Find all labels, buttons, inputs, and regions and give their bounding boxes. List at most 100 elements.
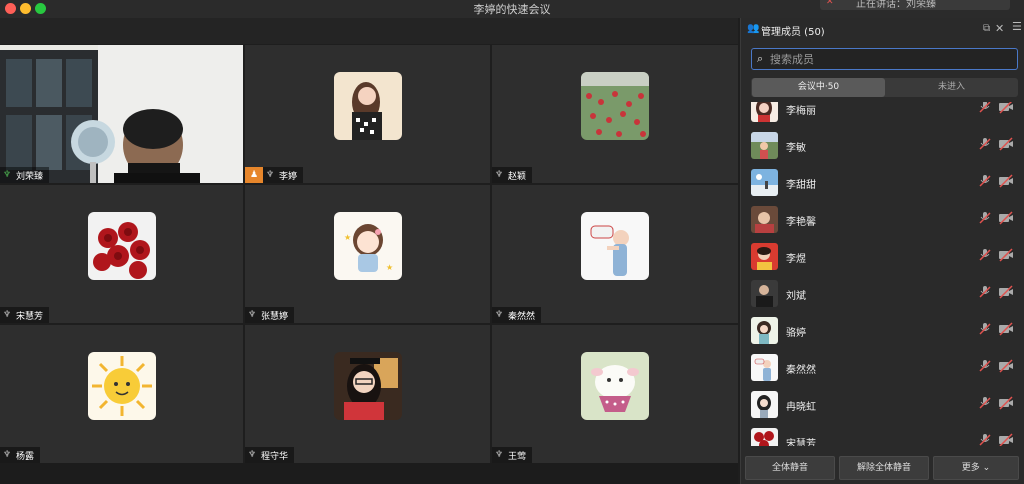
avatar <box>581 72 649 140</box>
participant-nametag: ♆ 程守华 <box>245 447 295 463</box>
participant-name: 程守华 <box>261 451 289 462</box>
chevron-down-icon: ⌄ <box>982 463 991 473</box>
member-name: 李艳馨 <box>786 217 816 228</box>
camera-off-icon[interactable] <box>998 396 1014 410</box>
avatar <box>87 212 156 280</box>
avatar <box>333 352 402 420</box>
member-list: 李梅丽 李敏 李甜甜 李艳馨 李煜 刘斌 骆婷 秦然然 冉晓虹 宋慧芳 <box>741 102 1024 446</box>
list-item[interactable]: 李煜 <box>741 239 1024 276</box>
participant-name: 秦然然 <box>508 311 536 322</box>
list-item[interactable]: 冉晓虹 <box>741 387 1024 424</box>
panel-footer: 全体静音 解除全体静音 更多 ⌄ <box>741 454 1024 484</box>
mic-off-icon: ♆ <box>2 310 12 320</box>
member-name: 李煜 <box>786 254 806 265</box>
member-tabs: 会议中·50 未进入 <box>751 78 1018 97</box>
mic-off-icon[interactable] <box>978 359 992 373</box>
camera-off-icon[interactable] <box>998 102 1014 114</box>
video-tile[interactable]: ♆ 王莺 <box>492 325 738 463</box>
svg-text:★: ★ <box>386 263 393 272</box>
menu-icon[interactable]: ☰ <box>1012 20 1022 33</box>
popout-icon[interactable]: ⧉ <box>983 23 990 34</box>
avatar: ★ ★ <box>333 212 402 280</box>
avatar <box>751 132 778 159</box>
mic-off-icon[interactable] <box>978 322 992 336</box>
tab-in-meeting[interactable]: 会议中·50 <box>752 78 885 97</box>
participant-name: 杨露 <box>16 451 35 462</box>
camera-off-icon[interactable] <box>998 211 1014 225</box>
video-tile[interactable]: ♆ 秦然然 <box>492 185 738 323</box>
participant-nametag: ♆ 李婷 <box>263 167 304 183</box>
mic-off-icon[interactable] <box>978 102 992 114</box>
video-tile[interactable]: ♆ 刘荣臻 <box>0 45 243 183</box>
camera-off-icon[interactable] <box>998 322 1014 336</box>
participant-nametag: ♆ 赵颖 <box>492 167 533 183</box>
member-name: 李敏 <box>786 143 806 154</box>
video-tile[interactable]: ♆ 宋慧芳 <box>0 185 243 323</box>
list-item[interactable]: 李艳馨 <box>741 202 1024 239</box>
more-button[interactable]: 更多 ⌄ <box>933 456 1019 480</box>
mute-all-button[interactable]: 全体静音 <box>745 456 835 480</box>
avatar <box>751 102 778 122</box>
avatar <box>581 352 649 420</box>
panel-title: 管理成员 (50) <box>761 27 825 38</box>
participant-nametag: ♆ 宋慧芳 <box>0 307 50 323</box>
camera-off-icon[interactable] <box>998 285 1014 299</box>
camera-off-icon[interactable] <box>998 174 1014 188</box>
member-name: 秦然然 <box>786 365 816 376</box>
mic-off-icon[interactable] <box>978 211 992 225</box>
tab-not-joined[interactable]: 未进入 <box>885 78 1018 97</box>
camera-off-icon[interactable] <box>998 359 1014 373</box>
mic-off-icon[interactable] <box>978 433 992 446</box>
avatar <box>751 317 778 344</box>
members-icon: 👥 <box>747 23 760 34</box>
unmute-all-button[interactable]: 解除全体静音 <box>839 456 929 480</box>
avatar <box>751 206 778 233</box>
list-item[interactable]: 李甜甜 <box>741 165 1024 202</box>
search-input[interactable] <box>770 51 1010 67</box>
bottom-bar <box>0 463 738 484</box>
member-name: 刘斌 <box>786 291 806 302</box>
svg-text:★: ★ <box>344 233 351 242</box>
participant-name: 王莺 <box>508 451 527 462</box>
mic-off-icon[interactable] <box>978 174 992 188</box>
member-name: 李甜甜 <box>786 180 816 191</box>
member-name: 冉晓虹 <box>786 402 816 413</box>
camera-off-icon[interactable] <box>998 248 1014 262</box>
camera-off-icon[interactable] <box>998 137 1014 151</box>
mic-off-icon[interactable] <box>978 137 992 151</box>
title-bar: 李婷的快速会议 ✕ 正在讲话：刘荣臻 <box>0 0 1024 18</box>
avatar <box>333 72 402 140</box>
video-tile[interactable]: ♆ 杨露 <box>0 325 243 463</box>
video-tile[interactable]: ♆ 程守华 <box>245 325 490 463</box>
video-tile[interactable]: ♟ ♆ 李婷 <box>245 45 490 183</box>
avatar <box>751 391 778 418</box>
speaking-indicator: ✕ 正在讲话：刘荣臻 <box>820 0 1010 10</box>
mic-off-icon: ♆ <box>2 450 12 460</box>
camera-off-icon[interactable] <box>998 433 1014 446</box>
participant-name: 李婷 <box>279 171 298 182</box>
panel-header: 👥 管理成员 (50) ⧉ ✕ ☰ <box>741 18 1024 42</box>
list-item[interactable]: 骆婷 <box>741 313 1024 350</box>
avatar <box>751 243 778 270</box>
avatar <box>751 169 778 196</box>
participant-nametag: ♆ 杨露 <box>0 447 41 463</box>
mic-off-icon: ♆ <box>265 170 275 180</box>
list-item[interactable]: 刘斌 <box>741 276 1024 313</box>
participant-name: 刘荣臻 <box>16 171 44 182</box>
participant-nametag: ♆ 张慧婷 <box>245 307 295 323</box>
video-tile[interactable]: ★ ★ ♆ 张慧婷 <box>245 185 490 323</box>
participant-nametag: ♆ 秦然然 <box>492 307 542 323</box>
member-search[interactable]: ⌕ <box>751 48 1018 70</box>
close-icon[interactable]: ✕ <box>995 22 1004 35</box>
speaking-text: 正在讲话：刘荣臻 <box>856 0 936 10</box>
mic-off-icon[interactable] <box>978 285 992 299</box>
list-item[interactable]: 李敏 <box>741 128 1024 165</box>
list-item[interactable]: 李梅丽 <box>741 102 1024 128</box>
participant-name: 张慧婷 <box>261 311 289 322</box>
list-item[interactable]: 秦然然 <box>741 350 1024 387</box>
mic-off-icon[interactable] <box>978 248 992 262</box>
participant-name: 宋慧芳 <box>16 311 44 322</box>
list-item[interactable]: 宋慧芳 <box>741 424 1024 446</box>
mic-off-icon[interactable] <box>978 396 992 410</box>
video-tile[interactable]: ♆ 赵颖 <box>492 45 738 183</box>
